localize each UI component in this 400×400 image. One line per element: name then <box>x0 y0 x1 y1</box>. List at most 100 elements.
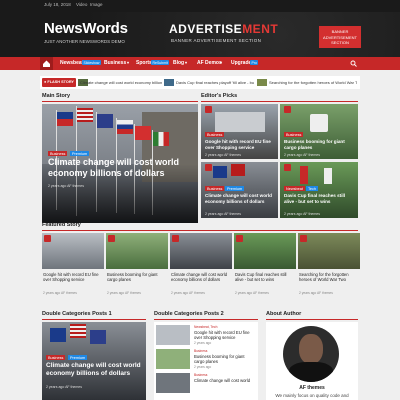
play-icon <box>172 235 179 242</box>
section-title-double-2: Double Categories Posts 2 <box>154 311 224 317</box>
topbar-link-video[interactable]: Video <box>76 2 87 7</box>
featured-title[interactable]: Searching for the forgotten heroes of Wo… <box>299 272 359 282</box>
double-category-card[interactable]: Business Premium Climate change will cos… <box>42 322 146 400</box>
category-tag[interactable]: Business <box>205 186 225 191</box>
category-tag[interactable]: Business <box>48 151 68 156</box>
flag-image <box>90 330 106 344</box>
card-title[interactable]: Davis Cup final reaches still alive - bu… <box>284 193 356 204</box>
category-tag[interactable]: Business <box>284 132 304 137</box>
card-meta: 2 years ago AF themes <box>205 212 241 216</box>
card-title[interactable]: Google hit with record EU fine over Shop… <box>205 139 277 150</box>
editors-pick-card[interactable]: Business Google hit with record EU fine … <box>201 104 278 159</box>
list-tag[interactable]: Newsbeat, Tech <box>194 325 217 329</box>
featured-image <box>170 233 232 269</box>
aircraft-image <box>310 114 328 132</box>
list-tag[interactable]: Business <box>194 349 207 353</box>
card-title[interactable]: Climate change will cost world economy b… <box>205 193 277 204</box>
main-story-title[interactable]: Climate change will cost world economy b… <box>48 157 198 179</box>
featured-item[interactable]: Google hit with record EU fine over Shop… <box>42 233 104 299</box>
topbar-link-image[interactable]: Image <box>90 2 103 7</box>
section-title-main-story: Main Story <box>42 93 71 99</box>
site-logo[interactable]: NewsWords <box>44 20 128 37</box>
list-thumb <box>156 373 190 393</box>
search-icon[interactable] <box>350 60 357 67</box>
bolt-icon: ● <box>44 80 47 84</box>
home-icon <box>43 60 50 67</box>
play-icon <box>300 235 307 242</box>
play-icon <box>205 164 212 171</box>
category-tag[interactable]: Business <box>46 355 66 360</box>
featured-item[interactable]: Business booming for giant cargo planes … <box>106 233 168 299</box>
flag-image <box>77 108 93 122</box>
card-title[interactable]: Climate change will cost world economy b… <box>46 362 146 378</box>
list-title[interactable]: Business booming for giant cargo planes <box>194 354 256 364</box>
flash-story-label: ● FLASH STORY <box>42 78 76 87</box>
main-nav: Newsbeat Slideshow Business ▾ Sports ReS… <box>0 57 400 70</box>
card-meta: 2 years ago AF themes <box>284 153 320 157</box>
play-icon <box>284 164 291 171</box>
card-meta: 2 years ago AF themes <box>205 153 241 157</box>
ad-banner[interactable]: ADVERTISEMENT BANNER ADVERTISEMENT SECTI… <box>167 22 363 52</box>
top-bar: July 18, 2018 Video Image <box>0 0 400 12</box>
section-divider <box>42 230 358 231</box>
nav-item-sports[interactable]: Sports <box>136 60 152 66</box>
author-suit <box>289 362 333 382</box>
nav-item-af-demos[interactable]: AF Demos <box>197 60 222 66</box>
card-meta: 2 years ago AF themes <box>46 385 82 389</box>
list-thumb <box>156 325 190 345</box>
featured-title[interactable]: Climate change will cost world economy b… <box>171 272 231 282</box>
ticker-thumb <box>257 79 267 86</box>
featured-title[interactable]: Google hit with record EU fine over Shop… <box>43 272 103 282</box>
nav-home[interactable] <box>40 57 53 70</box>
chevron-down-icon: ▾ <box>220 60 223 65</box>
chevron-down-icon: ▾ <box>185 60 188 65</box>
category-tag[interactable]: Tech <box>306 186 319 191</box>
flag-image <box>231 164 245 176</box>
ticker-thumb <box>164 79 174 86</box>
section-divider <box>42 101 198 102</box>
nav-item-upgrade[interactable]: Upgrade <box>231 60 251 66</box>
featured-title[interactable]: Davis Cup final reaches still alive - bu… <box>235 272 295 282</box>
ad-subtitle: BANNER ADVERTISEMENT SECTION <box>171 38 262 43</box>
list-title[interactable]: Climate change will cost world <box>194 378 256 383</box>
flag-image <box>97 114 113 128</box>
category-tag[interactable]: Premium <box>225 186 245 191</box>
section-title-double-1: Double Categories Posts 1 <box>42 311 112 317</box>
nav-item-newsbeat[interactable]: Newsbeat <box>60 60 83 66</box>
list-title[interactable]: Google hit with record EU fine over Shop… <box>194 330 256 340</box>
category-tag[interactable]: Business <box>205 132 225 137</box>
ticker-item[interactable]: Searching for the forgotten heroes of Wo… <box>269 80 357 85</box>
featured-meta: 2 years ago AF themes <box>107 291 141 295</box>
list-tag[interactable]: Business <box>194 373 207 377</box>
editors-pick-card[interactable]: Business Premium Climate change will cos… <box>201 162 278 218</box>
card-title[interactable]: Business booming for giant cargo planes <box>284 139 356 150</box>
nav-item-business[interactable]: Business <box>104 60 126 66</box>
featured-title[interactable]: Business booming for giant cargo planes <box>107 272 167 282</box>
player-image <box>300 166 308 184</box>
featured-item[interactable]: Davis Cup final reaches still alive - bu… <box>234 233 296 299</box>
ticker-item[interactable]: Climate change will cost world economy b… <box>80 80 162 85</box>
play-icon <box>44 235 51 242</box>
featured-item[interactable]: Climate change will cost world economy b… <box>170 233 232 299</box>
play-icon <box>205 106 212 113</box>
nav-item-blog[interactable]: Blog <box>173 60 184 66</box>
player-image <box>324 168 332 184</box>
editors-pick-card[interactable]: Newsbeat Tech Davis Cup final reaches st… <box>280 162 358 218</box>
section-divider <box>42 319 146 320</box>
category-tag[interactable]: Newsbeat <box>284 186 305 191</box>
section-divider <box>266 319 358 320</box>
avatar <box>283 326 339 382</box>
main-story-meta: 2 years ago AF themes <box>48 184 84 188</box>
section-title-about-author: About Author <box>266 311 302 317</box>
ticker-item[interactable]: Davis Cup final reaches playoff 'till al… <box>176 80 254 85</box>
list-meta: 2 years ago <box>194 365 212 369</box>
featured-item[interactable]: Searching for the forgotten heroes of Wo… <box>298 233 360 299</box>
author-face <box>299 334 323 364</box>
category-tag[interactable]: Premium <box>68 355 88 360</box>
category-tag[interactable]: Premium <box>70 151 90 156</box>
editors-pick-card[interactable]: Business Business booming for giant carg… <box>280 104 358 159</box>
list-thumb <box>156 349 190 369</box>
featured-meta: 2 years ago AF themes <box>171 291 205 295</box>
featured-meta: 2 years ago AF themes <box>299 291 333 295</box>
main-story-card[interactable]: Business Premium Climate change will cos… <box>42 104 198 223</box>
